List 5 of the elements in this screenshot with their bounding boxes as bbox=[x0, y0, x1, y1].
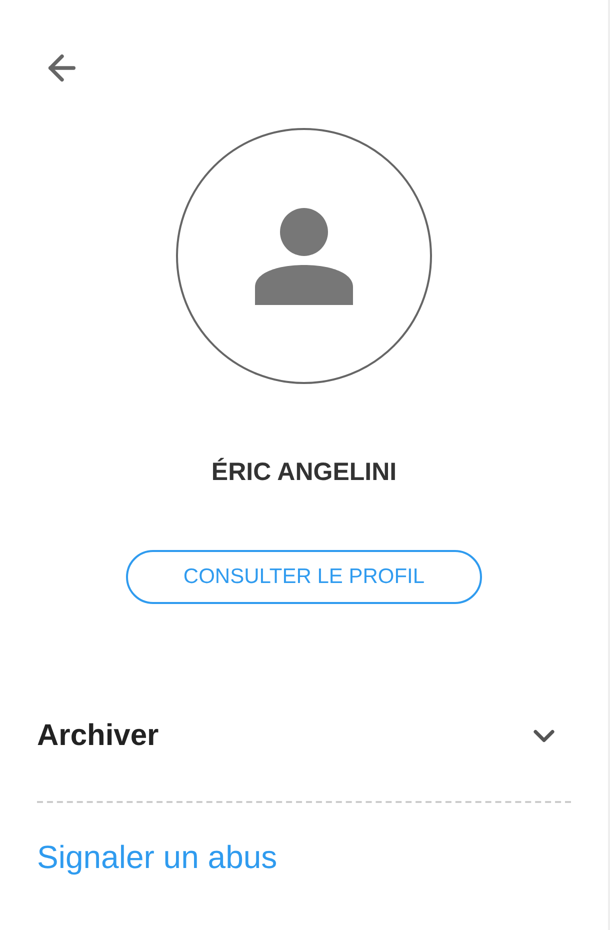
view-profile-button[interactable]: CONSULTER LE PROFIL bbox=[126, 550, 482, 604]
report-abuse-link[interactable]: Signaler un abus bbox=[37, 838, 278, 874]
person-icon bbox=[255, 207, 353, 305]
contact-name: ÉRIC ANGELINI bbox=[211, 456, 397, 488]
archive-section-header[interactable]: Archiver bbox=[37, 704, 571, 768]
